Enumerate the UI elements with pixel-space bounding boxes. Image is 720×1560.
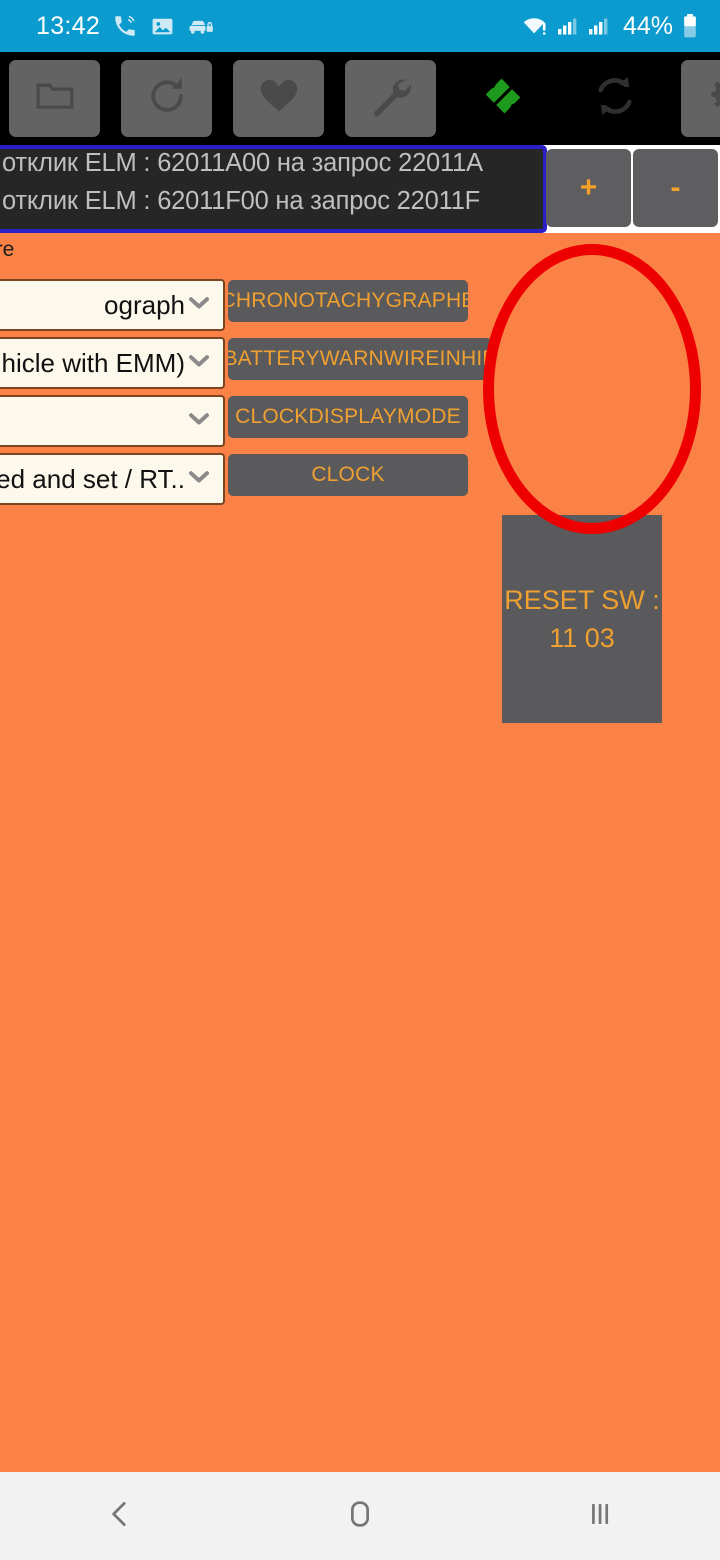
image-icon (150, 14, 175, 39)
battery-icon (682, 13, 698, 39)
sync-icon (589, 70, 641, 127)
dropdown-value: red and set / RT.. (0, 463, 185, 494)
gear-icon (706, 75, 720, 122)
sync-button[interactable] (569, 60, 660, 137)
dropdown-empty[interactable] (0, 395, 225, 447)
nav-back-button[interactable] (0, 1497, 240, 1536)
button-clockdisplaymode[interactable]: CLOCKDISPLAYMODE (228, 396, 468, 438)
zoom-in-button[interactable]: + (546, 149, 631, 227)
log-line: отклик ELM : 62011F00 на запрос 22011F (2, 187, 481, 215)
dropdown-value: ograph (104, 289, 185, 320)
main-content: ure ograph hicle with EMM) (0, 233, 720, 1472)
reload-button[interactable] (121, 60, 212, 137)
dropdown-clock-mode[interactable]: red and set / RT.. (0, 453, 225, 505)
button-batterywarnwireinhib[interactable]: BATTERYWARNWIREINHIB (228, 338, 492, 380)
app-toolbar (0, 52, 720, 145)
button-label: CLOCK (311, 463, 385, 486)
nav-recents-button[interactable] (480, 1497, 720, 1536)
reset-sw-value: 11 03 (549, 623, 615, 653)
tools-button[interactable] (345, 60, 436, 137)
section-label: ure (0, 238, 15, 261)
button-label: CHRONOTACHYGRAPHE (228, 289, 468, 312)
elm-log-panel[interactable]: отклик ELM : 62011A00 на запрос 22011A о… (0, 145, 547, 233)
button-chronotachygraphe[interactable]: CHRONOTACHYGRAPHE (228, 280, 468, 322)
button-label: CLOCKDISPLAYMODE (235, 405, 461, 428)
folder-button[interactable] (9, 60, 100, 137)
button-label: BATTERYWARNWIREINHIB (228, 347, 492, 370)
dropdown-value: hicle with EMM) (1, 347, 185, 378)
dropdown-chronotachygraph[interactable]: ograph (0, 279, 225, 331)
dropdown-column: ograph hicle with EMM) red and set / RT.… (0, 279, 225, 511)
chevron-down-icon (183, 403, 215, 440)
reset-sw-panel[interactable]: RESET SW : 11 03 (502, 515, 662, 723)
battery-percent-label: 44% (622, 11, 673, 40)
dropdown-vehicle-type[interactable]: hicle with EMM) (0, 337, 225, 389)
car-lock-icon (187, 14, 214, 39)
chevron-down-icon (183, 461, 215, 498)
android-nav-bar (0, 1472, 720, 1560)
recents-bars-icon (583, 1497, 617, 1536)
plug-connected-icon (477, 70, 529, 127)
signal-sim1-icon (556, 14, 580, 38)
reset-sw-title: RESET SW : (504, 585, 660, 615)
wrench-icon (368, 73, 414, 124)
refresh-icon (144, 73, 190, 124)
zoom-out-button[interactable]: - (633, 149, 718, 227)
status-bar-right: 44% (522, 12, 698, 41)
status-bar-left: 13:42 (36, 12, 214, 41)
log-line: отклик ELM : 62011A00 на запрос 22011A (2, 149, 483, 177)
annotation-circle (483, 244, 701, 534)
action-button-column: CHRONOTACHYGRAPHE BATTERYWARNWIREINHIB C… (228, 280, 498, 512)
chevron-down-icon (183, 345, 215, 382)
call-icon (112, 13, 138, 39)
favorite-button[interactable] (233, 60, 324, 137)
folder-icon (32, 73, 78, 124)
heart-icon (257, 74, 301, 123)
chevron-down-icon (183, 287, 215, 324)
chevron-left-icon (103, 1497, 137, 1536)
settings-button[interactable] (681, 60, 720, 137)
status-clock: 13:42 (36, 11, 101, 40)
nav-home-button[interactable] (240, 1497, 480, 1536)
button-clock[interactable]: CLOCK (228, 454, 468, 496)
home-square-icon (343, 1497, 377, 1536)
status-bar: 13:42 44% (0, 0, 720, 52)
wifi-alert-icon (522, 14, 549, 38)
signal-sim2-icon (587, 14, 611, 38)
connection-button[interactable] (457, 60, 548, 137)
